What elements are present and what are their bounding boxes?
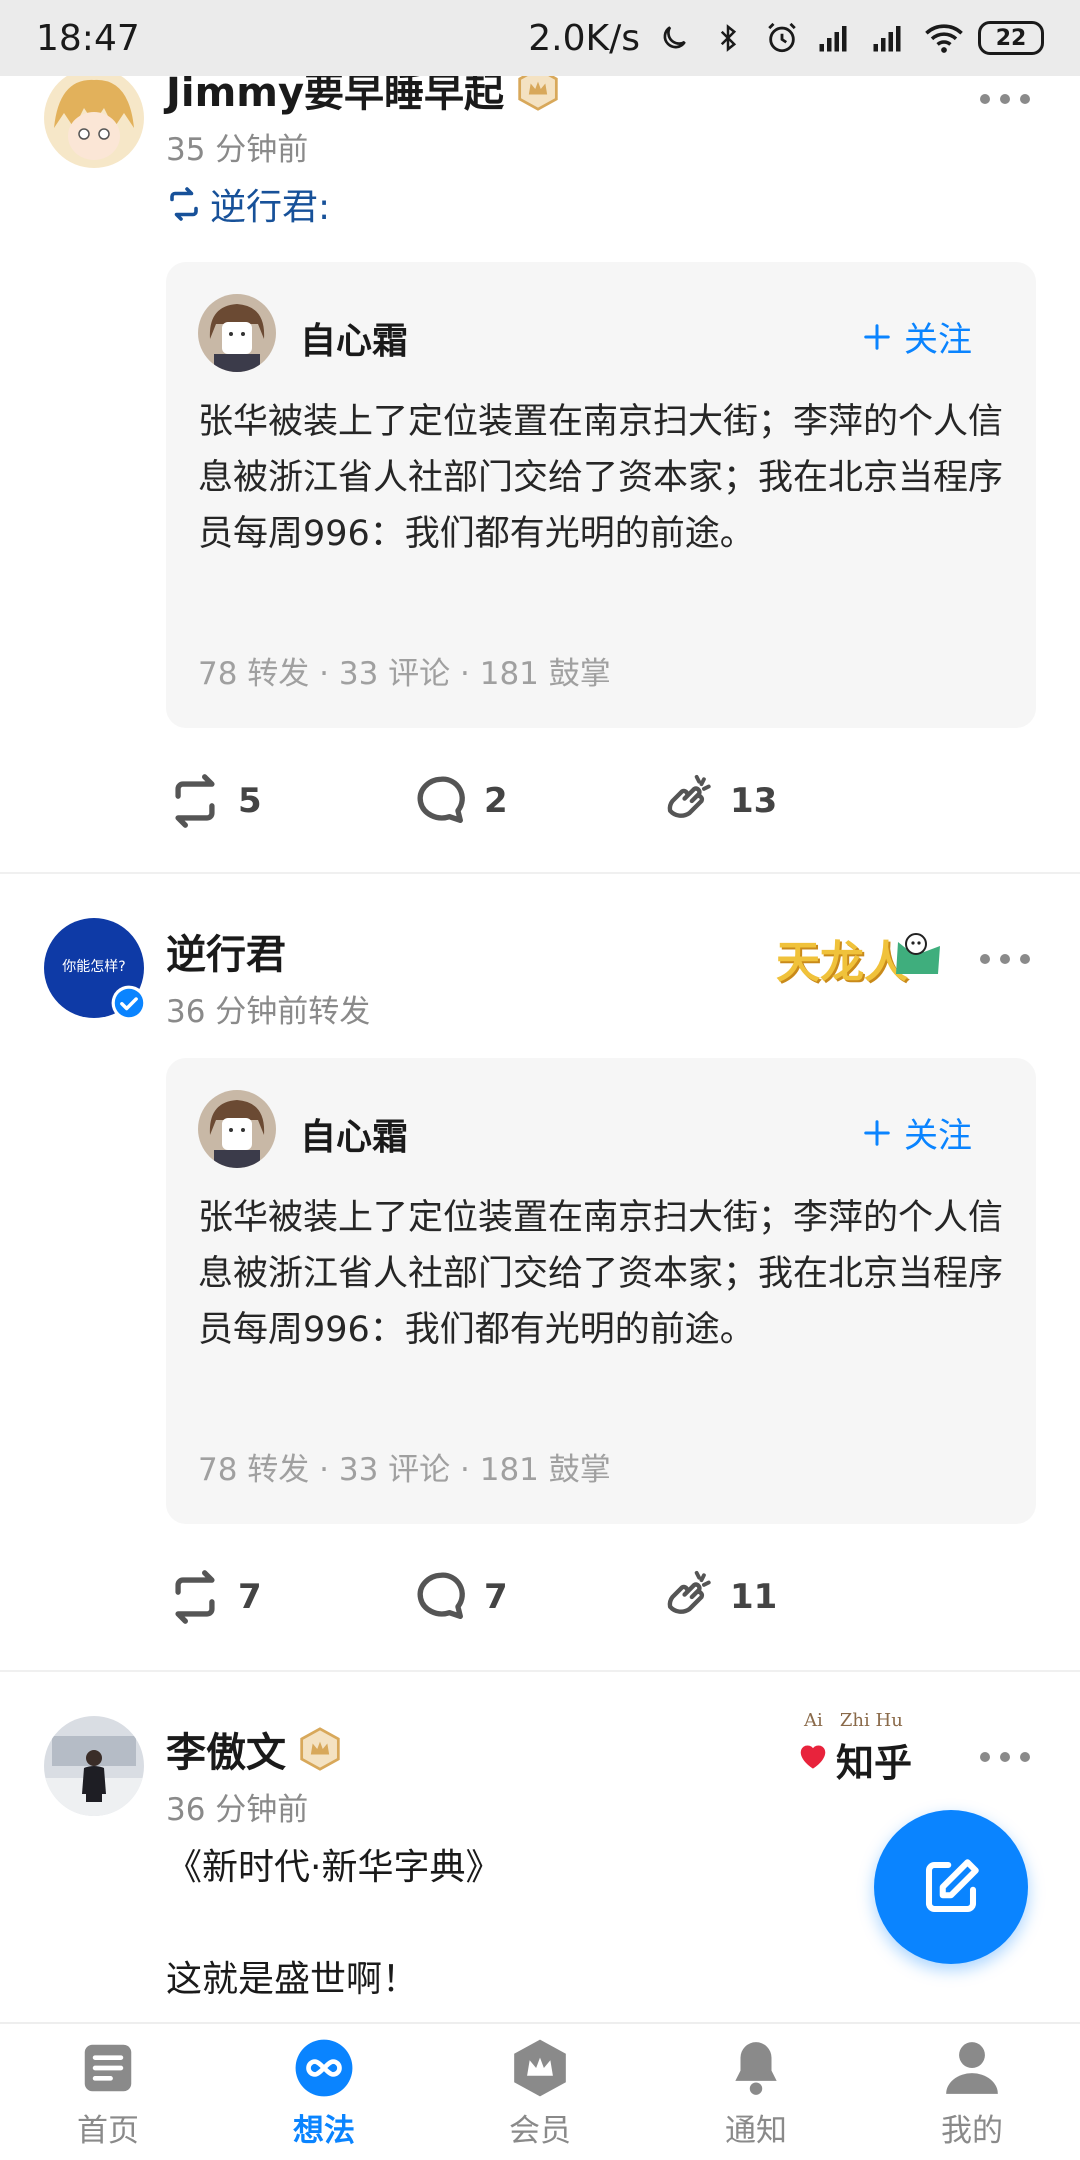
compose-button[interactable] — [874, 1810, 1028, 1964]
clap-button[interactable]: 11 — [658, 1568, 904, 1626]
nav-home[interactable]: 首页 — [0, 2024, 216, 2160]
quoted-text[interactable]: 张华被装上了定位装置在南京扫大街；李萍的个人信息被浙江省人社部门交给了资本家；我… — [198, 394, 1008, 562]
repost-source[interactable]: 逆行君: — [166, 178, 330, 230]
post-actions: 7 7 11 — [166, 1568, 904, 1626]
avatar[interactable]: 你能怎样? — [44, 918, 147, 1021]
follow-button[interactable]: 关注 — [862, 312, 972, 361]
signal-icon — [816, 18, 856, 58]
clap-count: 13 — [730, 781, 778, 821]
quoted-post-card[interactable]: 自心霜 关注 张华被装上了定位装置在南京扫大街；李萍的个人信息被浙江省人社部门交… — [166, 1058, 1036, 1524]
repost-icon — [175, 774, 215, 828]
repost-icon — [175, 1570, 215, 1624]
comment-button[interactable]: 7 — [412, 1568, 658, 1626]
avatar[interactable] — [44, 1716, 144, 1816]
author-name-text[interactable]: 李傲文 — [166, 1720, 286, 1778]
clap-icon — [667, 774, 711, 818]
post-text-line[interactable]: 《新时代·新华字典》 — [166, 1838, 501, 1890]
wifi-icon — [924, 18, 964, 58]
quoted-author[interactable]: 自心霜 — [300, 1108, 408, 1160]
verified-badge-icon — [111, 985, 147, 1021]
avatar-text: 你能怎样? — [62, 959, 126, 975]
post-actions: 5 2 13 — [166, 772, 904, 830]
comment-button[interactable]: 2 — [412, 772, 658, 830]
quoted-post-card[interactable]: 自心霜 关注 张华被装上了定位装置在南京扫大街；李萍的个人信息被浙江省人社部门交… — [166, 262, 1036, 728]
nav-label[interactable]: 首页 — [77, 2105, 139, 2150]
ideas-icon — [295, 2039, 353, 2096]
repost-count: 5 — [238, 781, 262, 821]
author-name[interactable]: 李傲文 — [166, 1720, 342, 1778]
bluetooth-icon — [708, 18, 748, 58]
more-icon[interactable] — [980, 944, 1030, 974]
post-item[interactable]: Jimmy要早睡早起 35 分钟前 逆行君: 自心霜 关注 张华被装上了定位装置… — [0, 76, 1080, 946]
comment-count: 2 — [484, 781, 508, 821]
crown-icon — [298, 1727, 342, 1771]
feed[interactable]: Jimmy要早睡早起 35 分钟前 逆行君: 自心霜 关注 张华被装上了定位装置… — [0, 76, 1080, 2022]
status-icons: 2.0K/s 22 — [528, 18, 1044, 59]
comment-icon — [417, 1572, 465, 1619]
avatar[interactable] — [198, 1090, 276, 1168]
signal-icon-2 — [870, 18, 910, 58]
comment-count: 7 — [484, 1577, 508, 1617]
follow-button[interactable]: 关注 — [862, 1108, 972, 1157]
nav-label[interactable]: 想法 — [293, 2105, 355, 2150]
plus-icon — [864, 1119, 890, 1146]
repost-count: 7 — [238, 1577, 262, 1617]
more-icon[interactable] — [980, 1742, 1030, 1772]
sticker-image: 天龙人 — [772, 916, 952, 988]
sticker-small-text: Ai Zhi Hu — [804, 1710, 903, 1731]
more-icon[interactable] — [980, 84, 1030, 114]
crown-icon — [516, 76, 560, 111]
net-speed: 2.0K/s — [528, 17, 640, 59]
cat-icon — [896, 933, 940, 974]
nav-notifications[interactable]: 通知 — [648, 2024, 864, 2160]
bottom-nav: 首页 想法 会员 通知 我的 — [0, 2022, 1080, 2160]
author-name[interactable]: Jimmy要早睡早起 — [166, 76, 560, 118]
status-time: 18:47 — [36, 17, 140, 59]
bell-icon — [735, 2041, 777, 2095]
clap-icon — [667, 1570, 711, 1614]
vip-icon — [514, 2039, 566, 2096]
quoted-author[interactable]: 自心霜 — [300, 312, 408, 364]
status-bar: 18:47 2.0K/s 22 — [0, 0, 1080, 76]
moon-icon — [654, 18, 694, 58]
post-time: 36 分钟前转发 — [166, 994, 371, 1030]
plus-icon — [864, 323, 890, 350]
nav-ideas[interactable]: 想法 — [216, 2024, 432, 2160]
nav-label[interactable]: 会员 — [509, 2105, 571, 2150]
clap-count: 11 — [730, 1577, 778, 1617]
post-item[interactable]: 你能怎样? 逆行君 36 分钟前转发 天龙人 自心霜 关注 张华被装上了定位装置… — [0, 874, 1080, 1672]
profile-icon — [946, 2041, 998, 2094]
sticker-text: 知乎 — [836, 1740, 913, 1785]
nav-vip[interactable]: 会员 — [432, 2024, 648, 2160]
battery-indicator: 22 — [978, 21, 1044, 55]
alarm-icon — [762, 18, 802, 58]
author-name-text[interactable]: 逆行君 — [166, 922, 286, 980]
nav-profile[interactable]: 我的 — [864, 2024, 1080, 2160]
post-time: 36 分钟前 — [166, 1792, 309, 1828]
author-name-text[interactable]: Jimmy要早睡早起 — [166, 76, 504, 118]
edit-icon — [925, 1859, 979, 1913]
follow-label[interactable]: 关注 — [904, 1108, 972, 1157]
heart-icon — [800, 1745, 826, 1769]
avatar[interactable] — [44, 76, 144, 168]
sticker-image: Ai Zhi Hu 知乎 — [796, 1710, 946, 1790]
post-text-line[interactable]: 这就是盛世啊！ — [166, 1950, 418, 2002]
clap-button[interactable]: 13 — [658, 772, 904, 830]
nav-label[interactable]: 通知 — [725, 2105, 787, 2150]
follow-label[interactable]: 关注 — [904, 312, 972, 361]
repost-small-icon — [170, 187, 198, 221]
quoted-stats: 78 转发 · 33 评论 · 181 鼓掌 — [198, 1452, 611, 1488]
quoted-stats: 78 转发 · 33 评论 · 181 鼓掌 — [198, 656, 611, 692]
avatar[interactable] — [198, 294, 276, 372]
repost-button[interactable]: 5 — [166, 772, 412, 830]
post-time: 35 分钟前 — [166, 132, 309, 168]
comment-icon — [417, 776, 465, 823]
nav-label[interactable]: 我的 — [941, 2105, 1003, 2150]
repost-button[interactable]: 7 — [166, 1568, 412, 1626]
home-icon — [84, 2044, 132, 2091]
quoted-text[interactable]: 张华被装上了定位装置在南京扫大街；李萍的个人信息被浙江省人社部门交给了资本家；我… — [198, 1190, 1008, 1358]
author-name[interactable]: 逆行君 — [166, 922, 286, 980]
repost-source-name[interactable]: 逆行君: — [210, 178, 330, 230]
